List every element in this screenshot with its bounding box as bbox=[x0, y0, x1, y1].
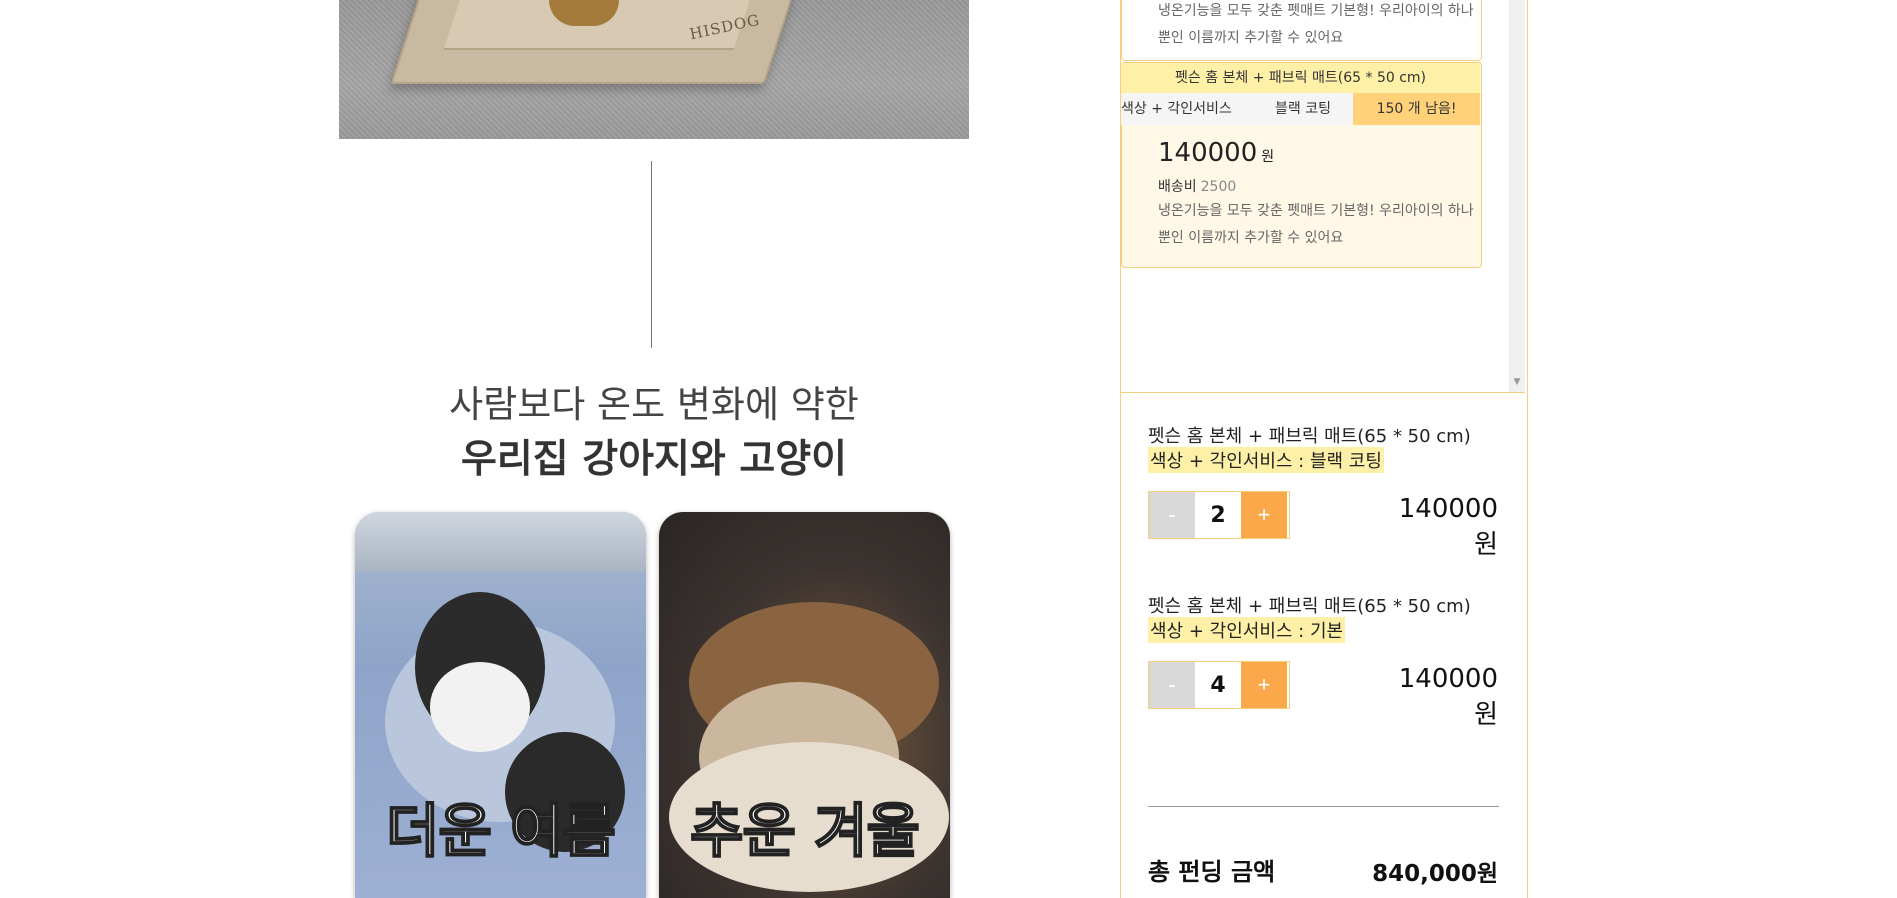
option-description: 냉온기능을 모두 갖춘 펫매트 기본형! 우리아이의 하나뿐인 이름까지 추가할… bbox=[1158, 203, 1474, 246]
increase-quantity-button[interactable]: + bbox=[1241, 662, 1287, 708]
decrease-quantity-button[interactable]: - bbox=[1149, 662, 1195, 708]
option-previous-description: 냉온기능을 모두 갖춘 펫매트 기본형! 우리아이의 하나뿐인 이름까지 추가할… bbox=[1158, 3, 1474, 46]
total-divider bbox=[1148, 806, 1499, 807]
selected-item-option: 색상 + 각인서비스 : 기본 bbox=[1148, 617, 1346, 643]
selected-item-price: 140000 원 bbox=[1398, 664, 1498, 730]
option-variant-name: 색상 + 각인서비스 bbox=[1121, 101, 1232, 117]
option-price: 140000 원 bbox=[1158, 138, 1274, 168]
quantity-stepper: - 2 + bbox=[1148, 491, 1290, 539]
quantity-value[interactable]: 2 bbox=[1195, 492, 1241, 538]
selected-item-title: 펫슨 홈 본체 + 패브릭 매트(65 * 50 cm) bbox=[1148, 596, 1471, 617]
selected-item-option: 색상 + 각인서비스 : 블랙 코팅 bbox=[1148, 447, 1384, 473]
option-price-value: 140000 bbox=[1158, 138, 1258, 168]
increase-quantity-button[interactable]: + bbox=[1241, 492, 1287, 538]
option-title: 펫슨 홈 본체 + 패브릭 매트(65 * 50 cm) bbox=[1121, 63, 1480, 93]
winter-card: 추운 겨울 bbox=[659, 512, 950, 898]
total-amount: 840,000원 bbox=[1372, 861, 1498, 887]
total-label: 총 펀딩 금액 bbox=[1148, 858, 1276, 886]
option-variant-value: 블랙 코팅 bbox=[1275, 101, 1331, 117]
quantity-value[interactable]: 4 bbox=[1195, 662, 1241, 708]
summer-card: 더운 여름 bbox=[355, 512, 646, 898]
panel-separator bbox=[1121, 392, 1525, 393]
option-detail-row: 색상 + 각인서비스 블랙 코팅 150 개 남음! bbox=[1121, 93, 1480, 125]
stock-badge: 150 개 남음! bbox=[1353, 93, 1480, 125]
shipping-info: 배송비 2500 bbox=[1158, 176, 1236, 196]
section-headline-main: 우리집 강아지와 고양이 bbox=[461, 437, 847, 482]
vertical-divider bbox=[651, 161, 652, 348]
option-price-unit: 원 bbox=[1261, 149, 1275, 165]
selected-item-title: 펫슨 홈 본체 + 패브릭 매트(65 * 50 cm) bbox=[1148, 426, 1471, 447]
winter-card-label: 추운 겨울 bbox=[689, 796, 921, 866]
scroll-down-arrow-icon[interactable]: ▼ bbox=[1509, 374, 1525, 390]
section-headline-sub: 사람보다 온도 변화에 약한 bbox=[449, 383, 859, 426]
quantity-stepper: - 4 + bbox=[1148, 661, 1290, 709]
selected-item-price: 140000 원 bbox=[1398, 494, 1498, 560]
summer-card-label: 더운 여름 bbox=[385, 796, 617, 866]
decrease-quantity-button[interactable]: - bbox=[1149, 492, 1195, 538]
shipping-value: 2500 bbox=[1200, 179, 1237, 195]
option-list-scrollbar[interactable] bbox=[1509, 0, 1525, 392]
product-photo: HISDOG bbox=[339, 0, 969, 139]
shipping-label: 배송비 bbox=[1158, 179, 1197, 195]
